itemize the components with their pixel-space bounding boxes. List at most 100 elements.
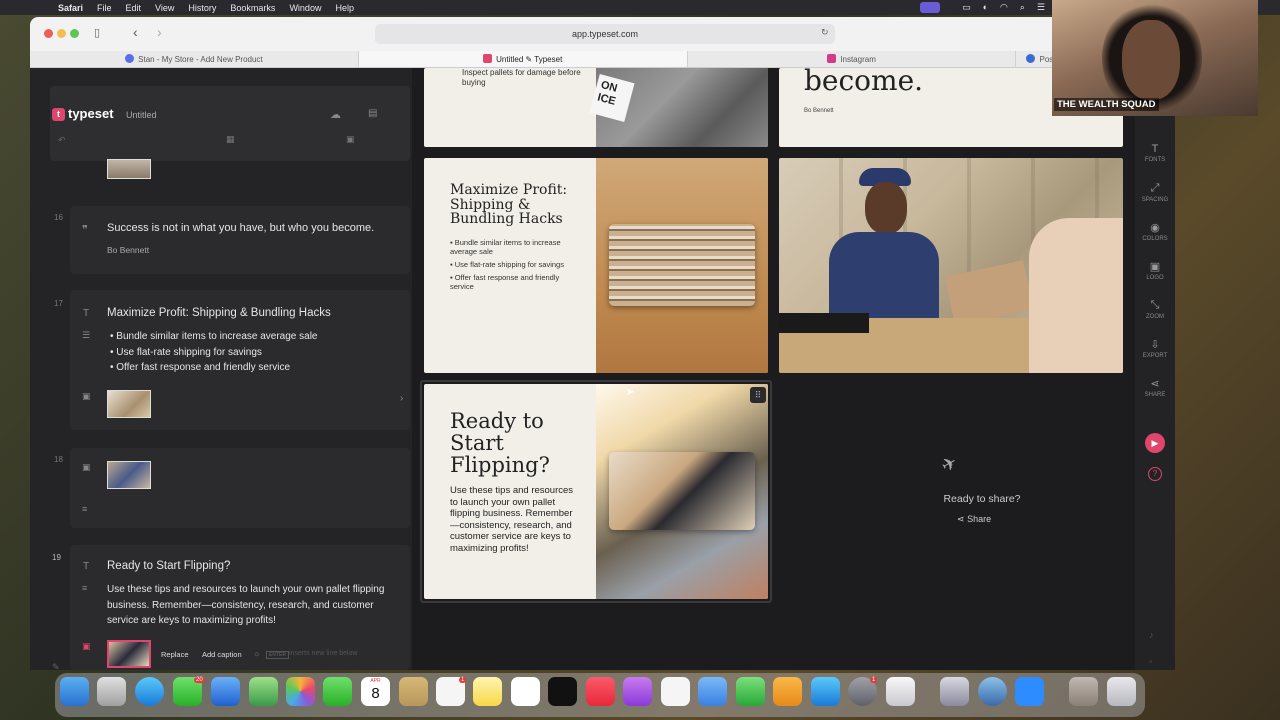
undo-icon[interactable]: ↶ bbox=[58, 135, 66, 146]
tab-typeset[interactable]: Untitled ✎ Typeset bbox=[358, 51, 688, 67]
menu-history[interactable]: History bbox=[188, 3, 216, 13]
zoom-tool[interactable]: ⤡ ZOOM bbox=[1135, 299, 1175, 320]
facetime-icon[interactable] bbox=[323, 677, 352, 706]
safari-icon[interactable] bbox=[135, 677, 164, 706]
export-tool[interactable]: ⇩ EXPORT bbox=[1135, 338, 1175, 359]
mail-icon[interactable] bbox=[211, 677, 240, 706]
typeset-favicon-icon bbox=[483, 54, 493, 63]
help-icon[interactable]: ? bbox=[1148, 467, 1162, 481]
back-arrow-icon[interactable]: ‹ bbox=[133, 24, 138, 40]
menu-edit[interactable]: Edit bbox=[126, 3, 142, 13]
slide-15-preview[interactable]: Inspect pallets for damage before buying… bbox=[424, 68, 768, 147]
slide-number: 18 bbox=[54, 455, 63, 464]
iphone-mirroring-icon[interactable] bbox=[886, 677, 915, 706]
numbers-icon[interactable] bbox=[736, 677, 765, 706]
typeset-logo[interactable]: t typeset bbox=[52, 106, 114, 121]
colors-tool[interactable]: ◉ COLORS bbox=[1135, 221, 1175, 242]
spacing-tool[interactable]: ⤢ SPACING bbox=[1135, 182, 1175, 203]
slide-16-author-text: Bo Bennett bbox=[804, 108, 834, 114]
freeform-icon[interactable] bbox=[511, 677, 540, 706]
apple-tv-icon[interactable] bbox=[548, 677, 577, 706]
pin-icon[interactable]: ✎ bbox=[52, 662, 60, 670]
maps-icon[interactable] bbox=[249, 677, 278, 706]
photos-icon[interactable] bbox=[286, 677, 315, 706]
tab-instagram[interactable]: Instagram bbox=[688, 51, 1017, 67]
notes-icon[interactable] bbox=[473, 677, 502, 706]
preview-icon[interactable] bbox=[940, 677, 969, 706]
fonts-icon: T bbox=[1151, 143, 1159, 155]
twitter-icon[interactable]: ♪ bbox=[1149, 630, 1154, 640]
fonts-tool[interactable]: T FONTS bbox=[1135, 143, 1175, 163]
forward-arrow-icon[interactable]: › bbox=[157, 24, 162, 40]
finder-icon[interactable] bbox=[60, 677, 89, 706]
slide-17-heading: Maximize Profit: Shipping & Bundling Hac… bbox=[450, 182, 568, 227]
image-block-icon: ▣ bbox=[82, 391, 91, 401]
slide-16-quote[interactable]: Success is not in what you have, but who… bbox=[107, 222, 374, 234]
menu-view[interactable]: View bbox=[155, 3, 174, 13]
webcam-overlay: THE WEALTH SQUAD bbox=[1052, 0, 1258, 116]
zoom-app-icon[interactable] bbox=[1015, 677, 1044, 706]
chevron-right-icon[interactable]: › bbox=[400, 393, 403, 404]
slide-17-bullets[interactable]: • Bundle similar items to increase avera… bbox=[110, 329, 318, 376]
share-button[interactable]: ⋖ Share bbox=[957, 514, 991, 525]
pages-icon[interactable] bbox=[773, 677, 802, 706]
podcasts-icon[interactable] bbox=[623, 677, 652, 706]
launchpad-icon[interactable] bbox=[97, 677, 126, 706]
screen-share-icon[interactable] bbox=[920, 2, 940, 13]
spotlight-icon[interactable]: ⌕ bbox=[1020, 2, 1025, 13]
share-tool[interactable]: ⋖ SHARE bbox=[1135, 377, 1175, 398]
replace-image-button[interactable]: Replace bbox=[161, 650, 189, 659]
instagram-favicon-icon bbox=[827, 54, 837, 63]
address-bar[interactable]: app.typeset.com bbox=[375, 24, 835, 44]
zoom-window-button[interactable] bbox=[70, 29, 79, 38]
slide-18-preview[interactable] bbox=[779, 158, 1123, 373]
control-icon[interactable]: ◐ bbox=[983, 2, 988, 13]
news-icon[interactable] bbox=[661, 677, 690, 706]
slide-19-preview[interactable]: Ready to Start Flipping? Use these tips … bbox=[424, 384, 768, 599]
logo-tool[interactable]: ▣ LOGO bbox=[1135, 260, 1175, 281]
menu-bookmarks[interactable]: Bookmarks bbox=[230, 3, 275, 13]
add-caption-button[interactable]: Add caption bbox=[202, 650, 242, 659]
reload-icon[interactable]: ↻ bbox=[821, 27, 829, 38]
slide-15-thumbnail[interactable] bbox=[107, 159, 151, 179]
delivery-photo-thumbnail[interactable] bbox=[107, 461, 151, 489]
wifi-icon[interactable]: ◠ bbox=[1000, 2, 1008, 13]
cloud-save-icon[interactable]: ☁ bbox=[330, 108, 341, 121]
layout-icon[interactable]: ▦ bbox=[226, 134, 235, 145]
music-icon[interactable] bbox=[586, 677, 615, 706]
slide-16-big-text: become. bbox=[804, 68, 924, 97]
document-title[interactable]: Untitled bbox=[126, 110, 157, 120]
menu-window[interactable]: Window bbox=[289, 3, 321, 13]
linkedin-icon[interactable]: ▫ bbox=[1149, 656, 1152, 666]
drag-handle-icon[interactable]: ⠿ bbox=[750, 387, 766, 403]
slide-17-title[interactable]: Maximize Profit: Shipping & Bundling Hac… bbox=[107, 307, 331, 319]
contacts-icon[interactable] bbox=[399, 677, 428, 706]
keyboard-icon[interactable]: ▤ bbox=[368, 108, 377, 119]
present-play-button[interactable]: ▶ bbox=[1145, 433, 1165, 453]
mouse-cursor-icon: ➤ bbox=[626, 387, 635, 398]
slide-16-author[interactable]: Bo Bennett bbox=[107, 245, 149, 255]
slide-19-body[interactable]: Use these tips and resources to launch y… bbox=[107, 582, 387, 629]
slide-number: 16 bbox=[54, 213, 63, 222]
menu-help[interactable]: Help bbox=[335, 3, 354, 13]
tab-stan-store[interactable]: Stan - My Store - Add New Product bbox=[30, 51, 359, 67]
slide-16-card[interactable] bbox=[70, 206, 410, 274]
menu-file[interactable]: File bbox=[97, 3, 112, 13]
quicktime-icon[interactable] bbox=[978, 677, 1007, 706]
slide-19-title[interactable]: Ready to Start Flipping? bbox=[107, 560, 230, 572]
downloads-stack-icon[interactable] bbox=[1069, 677, 1098, 706]
minimize-window-button[interactable] bbox=[57, 29, 66, 38]
close-window-button[interactable] bbox=[44, 29, 53, 38]
sidebar-toggle-icon[interactable]: ▯ bbox=[94, 26, 100, 39]
battery-icon[interactable]: ▭ bbox=[962, 2, 971, 13]
calendar-icon[interactable]: APR 8 bbox=[361, 677, 390, 706]
pallet-boxes-thumbnail[interactable] bbox=[107, 390, 151, 418]
layout-alt-icon[interactable]: ▣ bbox=[346, 134, 355, 145]
keynote-icon[interactable] bbox=[698, 677, 727, 706]
slide-17-preview[interactable]: Maximize Profit: Shipping & Bundling Hac… bbox=[424, 158, 768, 373]
trash-icon[interactable] bbox=[1107, 677, 1136, 706]
menu-app-name[interactable]: Safari bbox=[58, 3, 83, 13]
app-store-icon[interactable] bbox=[811, 677, 840, 706]
laptop-man-thumbnail[interactable] bbox=[107, 640, 151, 668]
control-center-icon[interactable]: ☰ bbox=[1037, 2, 1045, 13]
